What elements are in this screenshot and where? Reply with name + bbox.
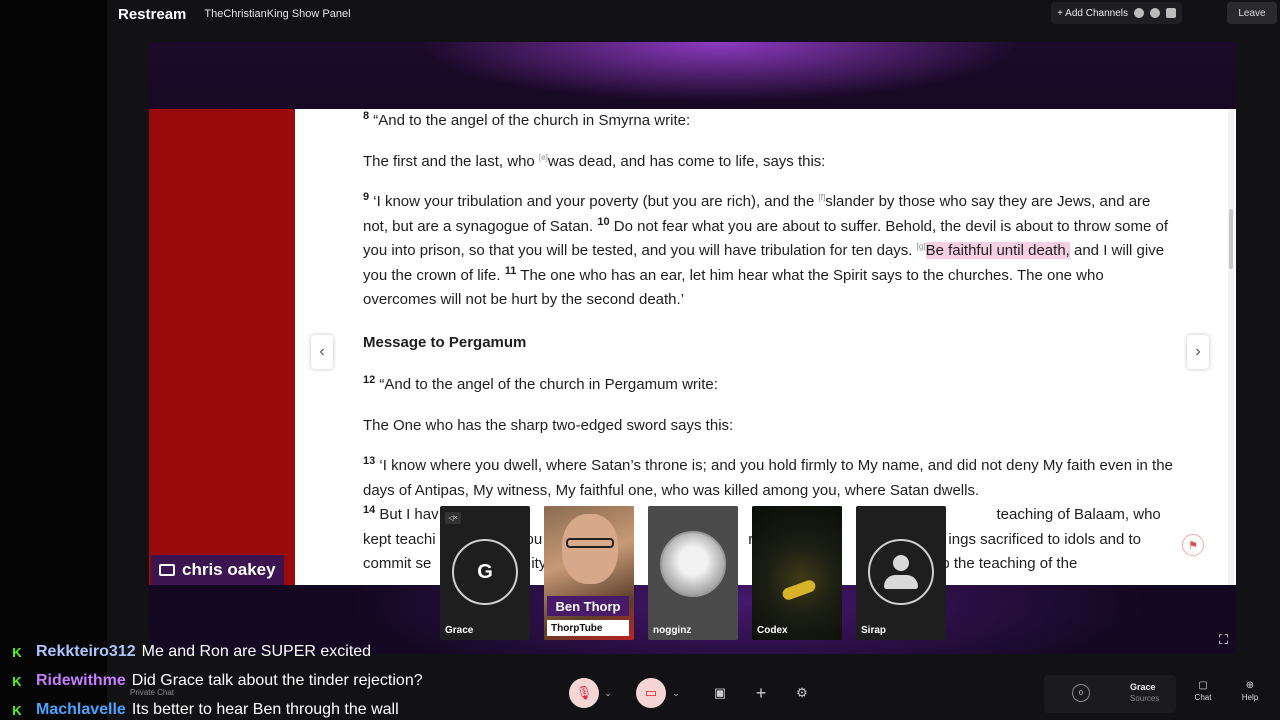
participant-tile-ben-thorp[interactable]: Ben Thorp ThorpTube bbox=[544, 506, 634, 640]
participant-name: nogginz bbox=[653, 625, 692, 636]
participant-face bbox=[562, 514, 618, 584]
plus-icon[interactable]: + bbox=[746, 678, 776, 708]
participant-subtitle: ThorpTube bbox=[547, 620, 629, 636]
facebook-channel-icon bbox=[1150, 8, 1160, 18]
restream-studio: Restream TheChristianKing Show Panel + A… bbox=[0, 0, 1280, 720]
sources-owner-label: Grace bbox=[1130, 682, 1156, 692]
highlighted-text: Be faithful until death, bbox=[925, 242, 1070, 259]
fullscreen-icon[interactable]: ⛶ bbox=[1219, 632, 1228, 648]
participant-tile-grace[interactable]: ◁× G Grace bbox=[440, 506, 530, 640]
verse-number: 13 bbox=[363, 455, 376, 467]
chat-message: K Machlavelle Its better to hear Ben thr… bbox=[0, 698, 399, 720]
user-placeholder-icon bbox=[868, 539, 934, 605]
mic-options-chevron-icon[interactable]: ⌄ bbox=[602, 678, 614, 708]
participant-tile-nogginz[interactable]: nogginz bbox=[648, 506, 738, 640]
verse-8: 8 “And to the angel of the church in Smy… bbox=[363, 109, 1173, 134]
verse-text-fragment: ings sacrificed to idols and to bbox=[948, 530, 1142, 548]
speaker-muted-icon: ◁× bbox=[445, 512, 461, 524]
brand-logo[interactable]: Restream bbox=[118, 6, 186, 23]
verse-number: 11 bbox=[504, 264, 517, 277]
avatar bbox=[660, 531, 726, 597]
verse-text: But I hav bbox=[375, 506, 439, 523]
participant-tile-codex[interactable]: Codex bbox=[752, 506, 842, 640]
chat-text: Did Grace talk about the tinder rejectio… bbox=[131, 672, 423, 689]
stage: 8 “And to the angel of the church in Smy… bbox=[149, 42, 1236, 654]
prev-page-arrow-icon[interactable]: ‹ bbox=[311, 335, 333, 369]
verse-12: 12 “And to the angel of the church in Pe… bbox=[363, 373, 1173, 398]
participant-name: Ben Thorp bbox=[547, 596, 629, 616]
leave-button[interactable]: Leave bbox=[1227, 2, 1277, 24]
avatar: G bbox=[452, 539, 518, 605]
chat-icon: ▢ bbox=[1198, 680, 1208, 691]
kick-channel-icon bbox=[1166, 8, 1176, 18]
chat-username: Ridewithme bbox=[36, 672, 126, 689]
chat-username: Rekkteiro312 bbox=[36, 643, 136, 660]
line-sword: The One who has the sharp two-edged swor… bbox=[363, 416, 734, 434]
add-channels-button[interactable]: + Add Channels bbox=[1051, 2, 1182, 24]
next-page-arrow-icon[interactable]: › bbox=[1187, 335, 1209, 369]
chat-text: Its better to hear Ben through the wall bbox=[131, 701, 399, 718]
top-bar: Restream TheChristianKing Show Panel + A… bbox=[107, 0, 1280, 28]
private-chat-label[interactable]: Private Chat bbox=[130, 688, 174, 697]
document-scrollbar[interactable] bbox=[1228, 109, 1234, 585]
participant-name: Sirap bbox=[861, 625, 887, 636]
camera-feed bbox=[752, 506, 842, 640]
section-heading: Message to Pergamum bbox=[363, 333, 527, 351]
settings-icon[interactable]: ⚙ bbox=[787, 678, 817, 708]
chat-label: Chat bbox=[1194, 693, 1212, 702]
camera-off-icon[interactable]: ▭ bbox=[636, 678, 666, 708]
chat-message: K Ridewithme Did Grace talk about the ti… bbox=[0, 669, 423, 693]
verse-text-fragment: commit se bbox=[363, 555, 432, 572]
help-label: Help bbox=[1241, 693, 1259, 702]
participant-tile-sirap[interactable]: Sirap bbox=[856, 506, 946, 640]
verse-text: The first and the last, who bbox=[363, 152, 539, 170]
verse-text-fragment: o the teaching of the bbox=[941, 555, 1078, 572]
kick-badge-icon: K bbox=[12, 702, 22, 718]
verse-text: was dead, and has come to life, says thi… bbox=[547, 152, 826, 170]
verse-text: “And to the angel of the church in Perga… bbox=[375, 376, 718, 393]
youtube-channel-icon bbox=[1134, 8, 1144, 18]
show-name: TheChristianKing Show Panel bbox=[204, 8, 351, 20]
sources-label: Sources bbox=[1130, 694, 1160, 703]
chat-message: K Rekkteiro312 Me and Ron are SUPER exci… bbox=[0, 640, 371, 664]
verse-text: ‘I know where you dwell, where Satan’s t… bbox=[363, 457, 1173, 499]
verse-text-fragment: teaching of Balaam, who bbox=[996, 506, 1161, 523]
screen-share-icon bbox=[159, 564, 175, 576]
kick-badge-icon: K bbox=[12, 644, 22, 660]
footnote-marker[interactable]: [g] bbox=[917, 242, 926, 251]
glasses bbox=[566, 538, 614, 548]
scroll-thumb[interactable] bbox=[1229, 209, 1233, 269]
verse-text: ‘I know your tribulation and your povert… bbox=[369, 193, 819, 210]
shared-sidebar bbox=[149, 109, 295, 585]
chat-text: Me and Ron are SUPER excited bbox=[141, 643, 372, 660]
kick-badge-icon: K bbox=[12, 673, 22, 689]
presenter-name: chris oakey bbox=[182, 560, 276, 579]
footnote-marker[interactable]: [e] bbox=[539, 153, 548, 162]
line-first-last: The first and the last, who [e]was dead,… bbox=[363, 150, 1173, 175]
verse-text: “And to the angel of the church in Smyrn… bbox=[369, 112, 691, 129]
chat-username: Machlavelle bbox=[36, 701, 126, 718]
presenter-name-tag: chris oakey bbox=[151, 555, 284, 585]
recording-count[interactable]: 0 bbox=[1072, 684, 1090, 702]
verse-number: 14 bbox=[363, 504, 376, 516]
participant-name: Grace bbox=[445, 625, 474, 636]
help-icon: ⊕ bbox=[1245, 680, 1255, 691]
help-button[interactable]: ⊕ Help bbox=[1230, 680, 1270, 710]
mic-muted-icon[interactable]: 🎙 bbox=[569, 678, 599, 708]
camera-options-chevron-icon[interactable]: ⌄ bbox=[670, 678, 682, 708]
verse-number: 12 bbox=[363, 374, 376, 386]
verse-text-fragment: kept teachi bbox=[363, 530, 436, 548]
verse-9-11: 9 ‘I know your tribulation and your pove… bbox=[363, 190, 1173, 313]
verse-13: 13 ‘I know where you dwell, where Satan’… bbox=[363, 454, 1173, 503]
pdf-icon[interactable]: ⚑ bbox=[1182, 534, 1204, 556]
present-icon[interactable]: ▣ bbox=[705, 678, 735, 708]
participant-name: Codex bbox=[757, 625, 788, 636]
chat-button[interactable]: ▢ Chat bbox=[1183, 680, 1223, 710]
verse-number: 10 bbox=[597, 215, 610, 228]
left-rail bbox=[0, 0, 107, 720]
add-channels-label: + Add Channels bbox=[1057, 7, 1128, 19]
